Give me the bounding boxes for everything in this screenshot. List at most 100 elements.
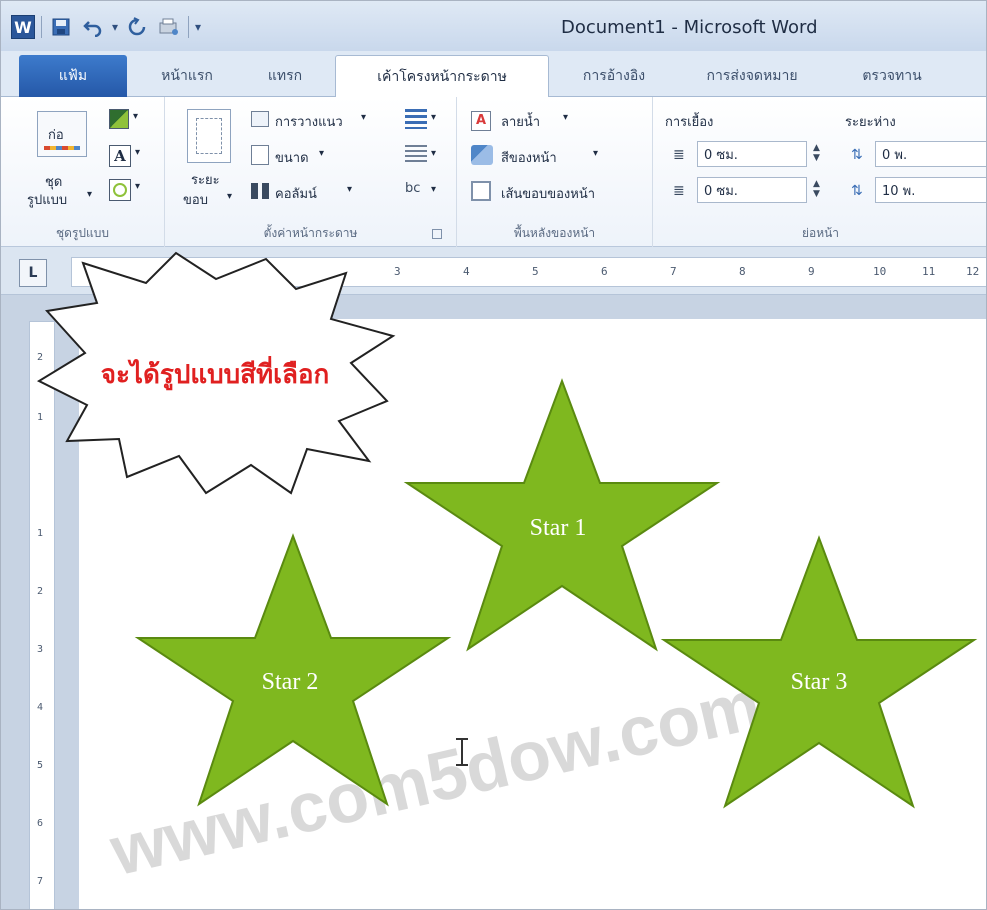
spacing-before-input[interactable]: 0 พ.	[875, 141, 986, 167]
group-themes: ก่อ ชุด รูปแบบ ▾ ▾ A ▾ ▾ ชุดรูปแบบ	[1, 97, 165, 247]
ruler-tick: 7	[670, 265, 677, 278]
themes-icon-text: ก่อ	[48, 128, 64, 143]
tab-selector-button[interactable]: L	[19, 259, 47, 287]
page-color-label[interactable]: สีของหน้า	[501, 147, 557, 168]
ruler-tick: 6	[601, 265, 608, 278]
ruler-tick: 4	[463, 265, 470, 278]
hyphenation-icon[interactable]: bc	[405, 181, 420, 196]
margins-label-2[interactable]: ขอบ	[183, 189, 208, 210]
ruler-tick: 9	[808, 265, 815, 278]
ruler-tick: 11	[922, 265, 936, 278]
columns-dropdown-icon[interactable]: ▾	[347, 184, 352, 195]
indent-left-input[interactable]: 0 ซม.	[697, 141, 807, 167]
theme-effects-dropdown-icon[interactable]: ▾	[135, 181, 140, 192]
tab-mailings[interactable]: การส่งจดหมาย	[677, 55, 827, 97]
spacing-after-icon: ⇅	[851, 183, 863, 199]
themes-label-2[interactable]: รูปแบบ	[27, 189, 67, 210]
undo-dropdown-icon[interactable]: ▾	[112, 20, 118, 34]
star-1-label: Star 1	[530, 515, 587, 541]
save-icon[interactable]	[48, 14, 74, 40]
watermark-dropdown-icon[interactable]: ▾	[563, 112, 568, 123]
tab-insert[interactable]: แทรก	[245, 55, 325, 97]
theme-effects-icon[interactable]	[109, 179, 131, 201]
indent-left-spinner-icon[interactable]: ▲ ▼	[813, 143, 820, 163]
vruler-tick: 5	[37, 760, 44, 771]
themes-dropdown-icon[interactable]: ▾	[87, 189, 92, 200]
tab-home[interactable]: หน้าแรก	[137, 55, 237, 97]
tab-review[interactable]: ตรวจทาน	[837, 55, 947, 97]
indent-right-value: 0 ซม.	[704, 183, 738, 199]
theme-colors-dropdown-icon[interactable]: ▾	[133, 111, 138, 122]
quick-access-toolbar: W ▾ ▾	[11, 13, 201, 41]
indent-right-input[interactable]: 0 ซม.	[697, 177, 807, 203]
watermark-label[interactable]: ลายน้ำ	[501, 111, 540, 132]
ribbon: ก่อ ชุด รูปแบบ ▾ ▾ A ▾ ▾ ชุดรูปแบบ ระยะ …	[1, 97, 986, 247]
indent-left-icon: ≣	[673, 147, 685, 163]
spacing-title: ระยะห่าง	[845, 115, 896, 130]
line-numbers-icon[interactable]	[405, 145, 427, 165]
watermark-icon[interactable]: A	[471, 111, 491, 131]
margins-icon[interactable]	[187, 109, 231, 163]
indent-left-value: 0 ซม.	[704, 147, 738, 163]
columns-icon[interactable]	[251, 183, 269, 199]
vruler-tick: 7	[37, 876, 44, 887]
indent-right-spinner-icon[interactable]: ▲ ▼	[813, 179, 820, 199]
undo-icon[interactable]	[80, 14, 106, 40]
orientation-dropdown-icon[interactable]: ▾	[361, 112, 366, 123]
page-setup-dialog-launcher-icon[interactable]	[432, 229, 442, 239]
group-page-background: A ลายน้ำ ▾ สีของหน้า ▾ เส้นขอบของหน้า พื…	[457, 97, 653, 247]
orientation-icon[interactable]	[251, 111, 269, 127]
margins-label-1[interactable]: ระยะ	[191, 169, 220, 190]
spacing-before-icon: ⇅	[851, 147, 863, 163]
redo-icon[interactable]	[124, 14, 150, 40]
page-color-dropdown-icon[interactable]: ▾	[593, 148, 598, 159]
group-label-page-setup: ตั้งค่าหน้ากระดาษ	[263, 226, 358, 240]
hyphenation-dropdown-icon[interactable]: ▾	[431, 184, 436, 195]
title-bar: W ▾ ▾ Document1 - Microsoft Word	[1, 1, 986, 51]
star-3-label: Star 3	[791, 669, 848, 695]
page-borders-icon[interactable]	[471, 181, 491, 201]
indent-title: การเยื้อง	[665, 115, 714, 130]
size-icon[interactable]	[251, 145, 269, 165]
themes-icon[interactable]: ก่อ	[37, 111, 87, 157]
callout-text: จะได้รูปแบบสีที่เลือก	[101, 355, 330, 391]
ruler-tick: 5	[532, 265, 539, 278]
breaks-dropdown-icon[interactable]: ▾	[431, 112, 436, 123]
size-label[interactable]: ขนาด	[275, 147, 309, 168]
theme-fonts-icon[interactable]: A	[109, 145, 131, 167]
vruler-tick: 4	[37, 702, 44, 713]
word-window: W ▾ ▾ Document1 - Microsoft Word แฟ้ม หน…	[0, 0, 987, 910]
group-page-setup: ระยะ ขอบ ▾ การวางแนว ▾ ขนาด ▾ คอลัมน์ ▾ …	[165, 97, 457, 247]
tab-file[interactable]: แฟ้ม	[19, 55, 127, 97]
page-borders-label[interactable]: เส้นขอบของหน้า	[501, 183, 595, 204]
group-paragraph: การเยื้อง ≣ 0 ซม. ▲ ▼ ≣ 0 ซม. ▲ ▼ ระยะห่าง…	[653, 97, 986, 247]
group-label-page-background: พื้นหลังของหน้า	[513, 226, 596, 240]
margins-dropdown-icon[interactable]: ▾	[227, 191, 232, 202]
group-label-paragraph: ย่อหน้า	[801, 226, 840, 240]
qat-separator	[41, 16, 42, 38]
customize-qat-icon[interactable]: ▾	[195, 20, 201, 34]
ribbon-tabs: แฟ้ม หน้าแรก แทรก เค้าโครงหน้ากระดาษ การ…	[1, 51, 986, 97]
vruler-tick: 1	[37, 528, 44, 539]
theme-fonts-dropdown-icon[interactable]: ▾	[135, 147, 140, 158]
qat-separator	[188, 16, 190, 38]
page-color-icon[interactable]	[471, 145, 493, 165]
indent-right-icon: ≣	[673, 183, 685, 199]
window-title: Document1 - Microsoft Word	[561, 17, 818, 38]
spacing-after-value: 10 พ.	[882, 183, 916, 199]
orientation-label[interactable]: การวางแนว	[275, 111, 343, 132]
ruler-tick: 12	[966, 265, 980, 278]
vruler-tick: 6	[37, 818, 44, 829]
theme-colors-icon[interactable]	[109, 109, 129, 129]
tab-references[interactable]: การอ้างอิง	[559, 55, 669, 97]
breaks-icon[interactable]	[405, 109, 427, 129]
ruler-tick: 10	[873, 265, 887, 278]
print-preview-icon[interactable]	[156, 14, 182, 40]
columns-label[interactable]: คอลัมน์	[275, 183, 317, 204]
line-numbers-dropdown-icon[interactable]: ▾	[431, 148, 436, 159]
tab-page-layout[interactable]: เค้าโครงหน้ากระดาษ	[335, 55, 549, 97]
size-dropdown-icon[interactable]: ▾	[319, 148, 324, 159]
word-app-icon[interactable]: W	[11, 15, 35, 39]
vertical-ruler[interactable]: 2 1 1 2 3 4 5 6 7	[29, 321, 55, 909]
spacing-after-input[interactable]: 10 พ.	[875, 177, 986, 203]
